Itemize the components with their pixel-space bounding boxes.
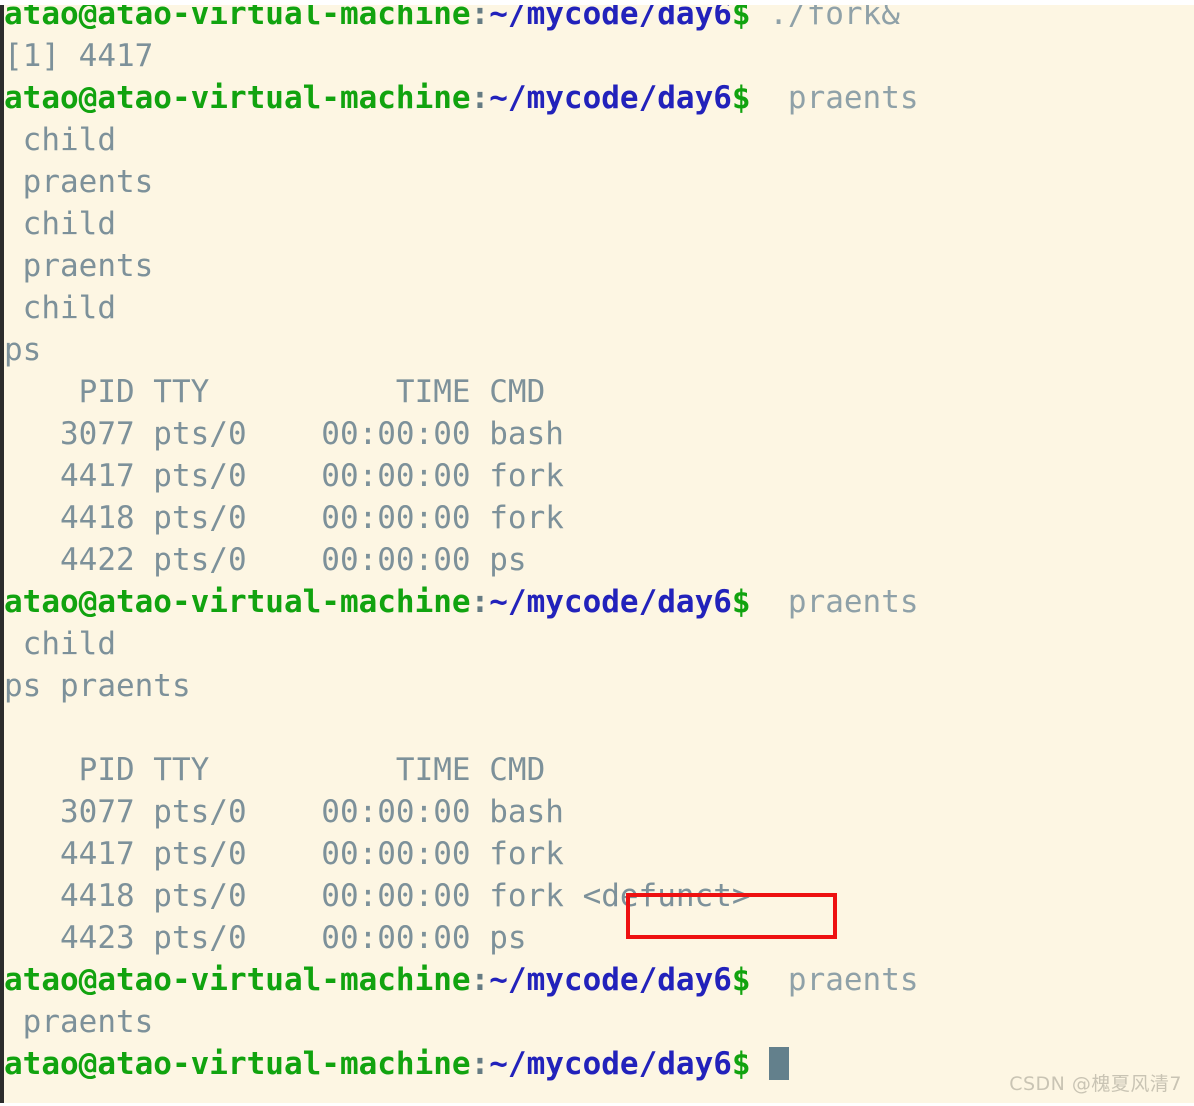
output-line: ps praents	[4, 668, 191, 704]
terminal-input[interactable]	[751, 1046, 770, 1082]
ps-table-row: 3077 pts/0 00:00:00 bash	[4, 794, 564, 830]
ps-table-row: 4422 pts/0 00:00:00 ps	[4, 542, 527, 578]
terminal-line-prompt: atao@atao-virtual-machine:~/mycode/day6$…	[4, 959, 1194, 1001]
terminal-line-prompt: atao@atao-virtual-machine:~/mycode/day6$…	[4, 581, 1194, 623]
ps-table-header: PID TTY TIME CMD	[4, 374, 546, 410]
ps-table-row: 4423 pts/0 00:00:00 ps	[4, 920, 527, 956]
output-line: child	[4, 122, 116, 158]
prompt-sigil: $	[731, 1046, 751, 1082]
output-line: praents	[4, 164, 154, 200]
prompt-separator: :	[470, 962, 490, 998]
prompt-separator: :	[470, 584, 490, 620]
ps-table-row: 4417 pts/0 00:00:00 fork	[4, 836, 564, 872]
text-cursor	[769, 1047, 790, 1080]
prompt-user-host: atao@atao-virtual-machine	[4, 584, 471, 620]
prompt-sigil: $	[731, 584, 751, 620]
output-line: praents	[4, 1004, 154, 1040]
prompt-path: ~/mycode/day6	[489, 962, 732, 998]
prompt-user-host: atao@atao-virtual-machine	[4, 1046, 471, 1082]
terminal-line-prompt: atao@atao-virtual-machine:~/mycode/day6$…	[4, 0, 1194, 35]
output-line: child	[4, 290, 116, 326]
prompt-sigil: $	[731, 962, 751, 998]
output-line: ps	[4, 332, 42, 368]
prompt-user-host: atao@atao-virtual-machine	[4, 962, 471, 998]
ps-table-header: PID TTY TIME CMD	[4, 752, 546, 788]
output-line: child	[4, 206, 116, 242]
output-line: praents	[4, 248, 154, 284]
ps-table-row-defunct: 4418 pts/0 00:00:00 fork <defunct>	[4, 878, 751, 914]
prompt-separator: :	[470, 80, 490, 116]
prompt-sigil: $	[731, 80, 751, 116]
prompt-separator: :	[470, 1046, 490, 1082]
window-left-border	[0, 0, 4, 1106]
terminal-command: praents	[750, 584, 919, 620]
terminal-window[interactable]: atao@atao-virtual-machine:~/mycode/day6$…	[0, 0, 1194, 1106]
output-line-blank	[4, 707, 1194, 749]
terminal-command: praents	[750, 80, 919, 116]
terminal-line-prompt: atao@atao-virtual-machine:~/mycode/day6$…	[4, 77, 1194, 119]
job-notice: [1] 4417	[4, 38, 154, 74]
csdn-watermark: CSDN @槐夏风清7	[1009, 1073, 1182, 1095]
ps-table-row: 3077 pts/0 00:00:00 bash	[4, 416, 564, 452]
prompt-path: ~/mycode/day6	[489, 584, 732, 620]
terminal-command: praents	[750, 962, 919, 998]
output-line: child	[4, 626, 116, 662]
prompt-user-host: atao@atao-virtual-machine	[4, 80, 471, 116]
ps-table-row: 4418 pts/0 00:00:00 fork	[4, 500, 564, 536]
ps-table-row: 4417 pts/0 00:00:00 fork	[4, 458, 564, 494]
prompt-path: ~/mycode/day6	[489, 1046, 732, 1082]
prompt-path: ~/mycode/day6	[489, 80, 732, 116]
window-top-edge	[0, 0, 1194, 5]
terminal-screen[interactable]: atao@atao-virtual-machine:~/mycode/day6$…	[4, 0, 1194, 1085]
